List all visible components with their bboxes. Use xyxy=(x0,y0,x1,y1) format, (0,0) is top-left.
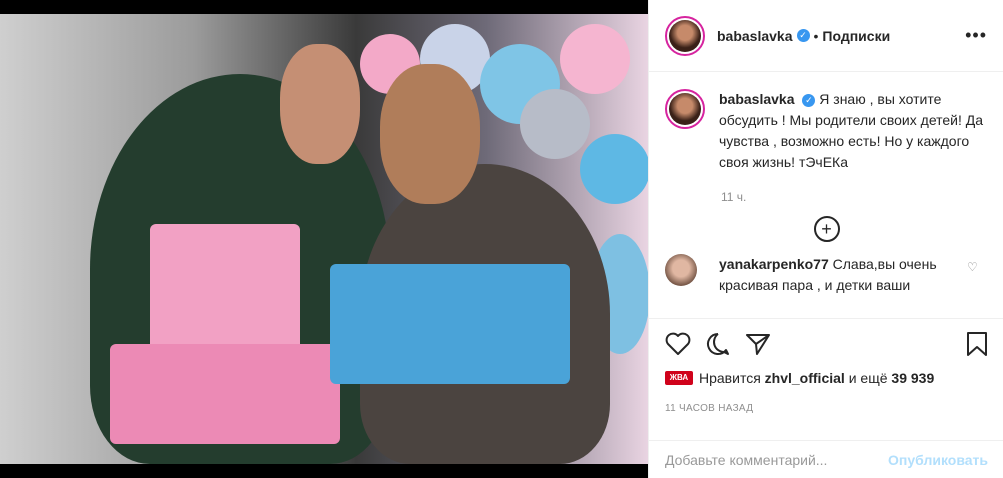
liker-avatar[interactable]: ЖВА xyxy=(665,371,693,385)
caption-avatar[interactable] xyxy=(665,89,705,129)
post-sidebar: babaslavka ✓ • Подписки ••• babaslavka ✓… xyxy=(648,0,1003,478)
following-button[interactable]: Подписки xyxy=(822,28,890,44)
comment-username[interactable]: yanakarpenko77 xyxy=(719,256,829,272)
likes-summary: ЖВА Нравится zhvl_official и ещё 39 939 xyxy=(665,370,934,386)
add-comment-bar: Добавьте комментарий... Опубликовать xyxy=(649,440,1003,478)
lol-cake-base xyxy=(110,344,340,444)
share-icon[interactable] xyxy=(745,332,771,356)
post-timestamp: 11 ЧАСОВ НАЗАД xyxy=(665,403,754,414)
liker-username[interactable]: zhvl_official xyxy=(765,370,845,386)
instagram-post: babaslavka ✓ • Подписки ••• babaslavka ✓… xyxy=(0,0,1003,478)
verified-badge-icon: ✓ xyxy=(796,29,810,42)
comments-section: babaslavka ✓ Я знаю , вы хотите обсудить… xyxy=(649,73,1003,318)
like-heart-icon[interactable] xyxy=(665,332,691,356)
man-head xyxy=(280,44,360,164)
author-avatar[interactable] xyxy=(665,15,705,56)
comment-icon[interactable] xyxy=(705,331,731,357)
likes-count[interactable]: 39 939 xyxy=(891,370,934,386)
more-icon[interactable]: ••• xyxy=(965,25,987,46)
caption-username[interactable]: babaslavka xyxy=(719,91,795,107)
bookmark-icon[interactable] xyxy=(966,331,988,357)
star-balloon xyxy=(520,89,590,159)
author-username[interactable]: babaslavka xyxy=(717,28,793,44)
comment-body: yanakarpenko77 Слава,вы очень красивая п… xyxy=(719,254,959,296)
verified-badge-icon: ✓ xyxy=(802,93,816,107)
header-separator: • xyxy=(813,27,819,44)
plus-circle-icon[interactable]: + xyxy=(813,216,840,242)
photo-scene xyxy=(0,14,648,464)
comment-input[interactable]: Добавьте комментарий... xyxy=(665,452,827,468)
dolphin-cake xyxy=(330,264,570,384)
caption: babaslavka ✓ Я знаю , вы хотите обсудить… xyxy=(649,73,1003,173)
post-header: babaslavka ✓ • Подписки ••• xyxy=(649,0,1003,72)
comment-item: yanakarpenko77 Слава,вы очень красивая п… xyxy=(649,242,1003,296)
balloon xyxy=(580,134,648,204)
comment-like-icon[interactable]: ♡ xyxy=(967,260,978,296)
likes-prefix: Нравится xyxy=(699,370,761,386)
post-photo[interactable] xyxy=(0,0,648,478)
woman-head xyxy=(380,64,480,204)
likes-middle: и ещё xyxy=(848,370,888,386)
action-bar xyxy=(649,318,1003,368)
publish-button[interactable]: Опубликовать xyxy=(888,452,988,468)
caption-body: babaslavka ✓ Я знаю , вы хотите обсудить… xyxy=(719,89,988,173)
caption-time: 11 ч. xyxy=(721,190,747,204)
balloon xyxy=(560,24,630,94)
commenter-avatar[interactable] xyxy=(665,254,697,286)
